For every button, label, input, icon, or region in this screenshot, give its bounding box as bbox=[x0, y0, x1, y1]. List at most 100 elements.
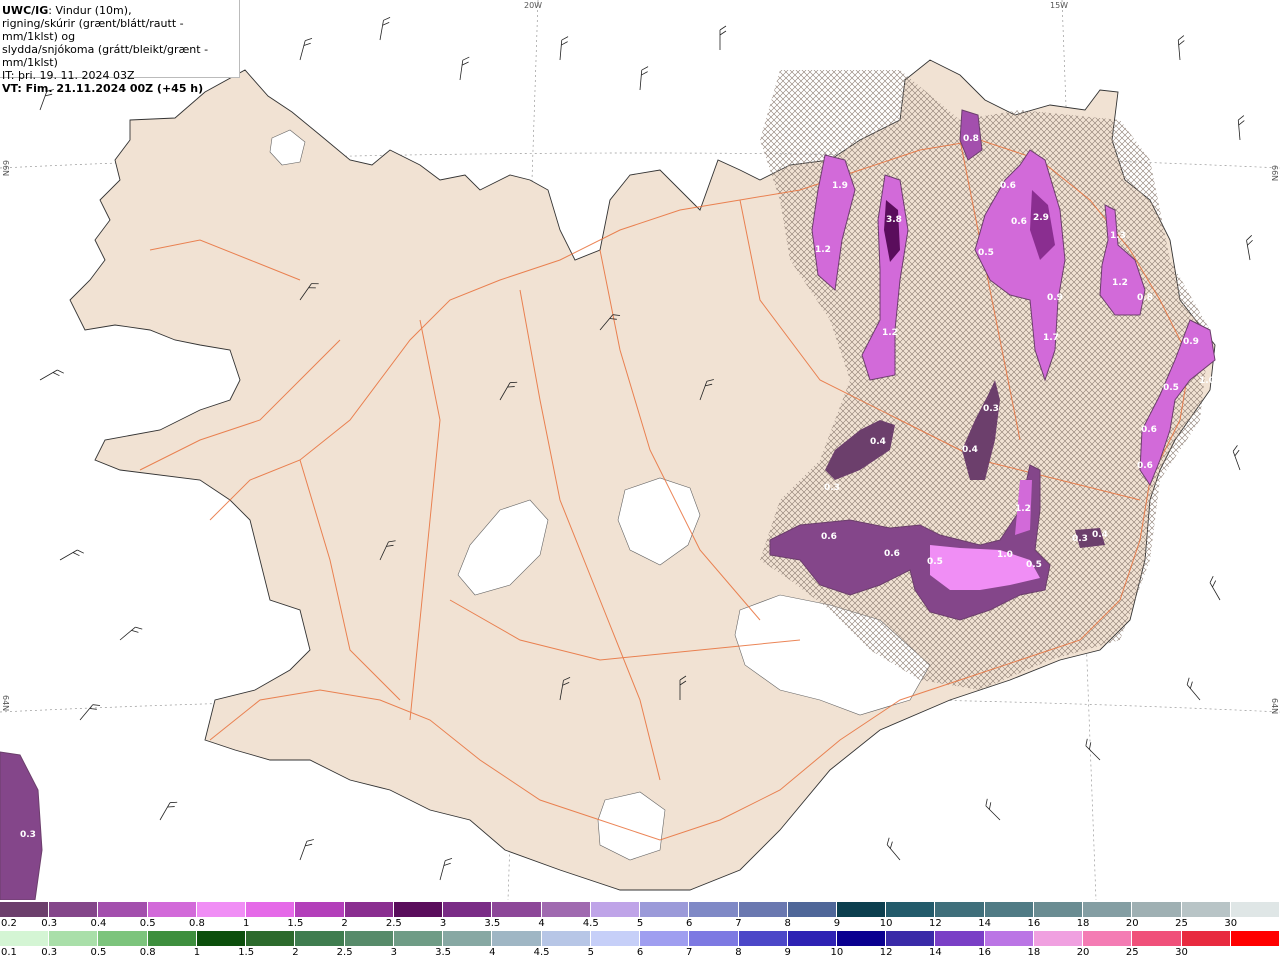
legend-swatch bbox=[295, 931, 345, 946]
legend-tick-label: 30 bbox=[1224, 918, 1238, 929]
legend-tick-label: 2.5 bbox=[385, 918, 402, 929]
legend-tick-label: 20 bbox=[1125, 918, 1139, 929]
legend-tick-label: 25 bbox=[1175, 918, 1188, 929]
valid-time: VT: Fim. 21.11.2024 00Z (+45 h) bbox=[2, 82, 204, 95]
legend-tick-label: 2 bbox=[341, 918, 348, 929]
legend-swatch bbox=[295, 902, 345, 917]
legend-tick-label: 9 bbox=[784, 947, 791, 958]
legend-tick-label: 4 bbox=[489, 947, 496, 958]
legend-tick-label: 10 bbox=[830, 947, 844, 958]
legend-swatch bbox=[836, 902, 887, 917]
legend-swatch bbox=[640, 902, 690, 917]
legend-tick-label: 9 bbox=[833, 918, 841, 929]
model-name: UWC/IG bbox=[2, 4, 49, 17]
map-title-box: UWC/IG: Vindur (10m), rigning/skúrir (gr… bbox=[0, 0, 240, 95]
title-line-2: rigning/skúrir (grænt/blátt/rautt - mm/1… bbox=[2, 17, 184, 43]
precip-label: 0.6 bbox=[884, 549, 900, 559]
precip-label: 1.2 bbox=[1112, 278, 1128, 288]
legend-tick-label: 4.5 bbox=[582, 918, 599, 929]
legend-tick-label: 4 bbox=[538, 918, 545, 929]
precip-label: 0.4 bbox=[1092, 530, 1108, 540]
legend-tick-label: 0.4 bbox=[90, 918, 107, 929]
precip-label: 0.3 bbox=[20, 830, 36, 840]
legend-swatch bbox=[689, 931, 739, 946]
legend-tick-label: 1.5 bbox=[287, 918, 304, 929]
legend-tick-label: 14 bbox=[929, 947, 942, 958]
precip-label: 0.3 bbox=[983, 404, 999, 414]
legend-swatch bbox=[787, 902, 837, 917]
legend-swatch bbox=[541, 902, 591, 917]
legend-tick-label: 0.2 bbox=[1, 918, 17, 929]
precip-label: 0.6 bbox=[1000, 181, 1016, 191]
legend-tick-label: 0.8 bbox=[139, 947, 156, 958]
legend-swatch bbox=[196, 931, 247, 946]
legend-swatch bbox=[344, 902, 394, 917]
legend-tick-label: 8 bbox=[784, 918, 791, 929]
legend-swatch bbox=[689, 902, 739, 917]
legend-swatch bbox=[1083, 902, 1133, 917]
legend-swatch bbox=[738, 902, 788, 917]
legend-tick-label: 20 bbox=[1076, 947, 1090, 958]
legend-swatch bbox=[886, 931, 936, 946]
legend-tick-label: 1 bbox=[242, 918, 250, 929]
legend-swatch bbox=[443, 931, 493, 946]
rain-legend-swatches bbox=[0, 931, 1280, 946]
precip-label: 0.5 bbox=[978, 248, 994, 258]
legend-swatch bbox=[443, 902, 493, 917]
snow-legend-swatches bbox=[0, 902, 1280, 917]
precip-label: 1.2 bbox=[882, 328, 898, 338]
legend-tick-label: 0.5 bbox=[139, 918, 156, 929]
legend-swatch bbox=[147, 931, 197, 946]
legend-swatch bbox=[640, 931, 690, 946]
legend-tick-label: 12 bbox=[929, 918, 942, 929]
legend-tick-label: 0.8 bbox=[188, 918, 205, 929]
legend-swatch bbox=[935, 931, 985, 946]
precip-label: 3.8 bbox=[886, 215, 902, 225]
legend-swatch bbox=[246, 902, 296, 917]
precip-label: 0.9 bbox=[1183, 337, 1199, 347]
legend-swatch bbox=[49, 931, 99, 946]
legend-swatch bbox=[984, 931, 1034, 946]
legend-swatch bbox=[1230, 902, 1280, 917]
precip-label: 0.4 bbox=[962, 445, 978, 455]
legend-swatch bbox=[590, 902, 641, 917]
legend-tick-label: 1.5 bbox=[238, 947, 255, 958]
precip-label: 1.2 bbox=[1015, 504, 1031, 514]
legend-tick-label: 18 bbox=[1076, 918, 1090, 929]
legend-tick-label: 0.3 bbox=[41, 918, 58, 929]
precip-label: 0.5 bbox=[927, 557, 943, 567]
legend-tick-label: 6 bbox=[686, 918, 693, 929]
legend-tick-label: 18 bbox=[1027, 947, 1041, 958]
legend-tick-label: 6 bbox=[636, 947, 644, 958]
precip-label: 0.9 bbox=[1047, 293, 1063, 303]
precip-label: 0.8 bbox=[963, 134, 979, 144]
legend-tick-label: 14 bbox=[978, 918, 991, 929]
legend-swatch bbox=[0, 902, 50, 917]
precip-label: 0.6 bbox=[821, 532, 837, 542]
legend-tick-label: 0.3 bbox=[41, 947, 58, 958]
lat-label-64n-left: 64N bbox=[1, 695, 10, 712]
title-line-1: UWC/IG: Vindur (10m), bbox=[2, 4, 235, 17]
legend-swatch bbox=[590, 931, 641, 946]
precip-label: 0.4 bbox=[870, 437, 886, 447]
legend-tick-label: 3.5 bbox=[484, 918, 501, 929]
precip-label: 2.9 bbox=[1033, 213, 1049, 223]
legend-swatch bbox=[1132, 902, 1182, 917]
precip-label: 0.3 bbox=[1072, 534, 1088, 544]
legend-tick-label: 5 bbox=[587, 947, 594, 958]
precip-label: 0.6 bbox=[1141, 425, 1157, 435]
legend-tick-label: 7 bbox=[735, 918, 742, 929]
precip-label: 0.3 bbox=[824, 483, 840, 493]
legend-swatch bbox=[1230, 931, 1280, 946]
snow-legend-ticks: 0.2 0.3 0.4 0.5 0.8 1 1.5 2 2.5 3 3.5 4 4.5 5 6 7 8 9 10 12… bbox=[0, 918, 1280, 931]
lat-label-66n-left: 66N bbox=[1, 160, 10, 177]
precip-label: 1.3 bbox=[1110, 231, 1126, 241]
legend-swatch bbox=[492, 902, 542, 917]
weather-map[interactable]: 1.9 3.8 1.2 1.2 0.8 0.6 2.9 0.6 0.5 0.9 … bbox=[0, 0, 1280, 900]
legend-swatch bbox=[935, 902, 985, 917]
precip-label: 1.0 bbox=[1199, 376, 1215, 386]
legend-swatch bbox=[738, 931, 788, 946]
precip-label: 0.8 bbox=[1137, 293, 1153, 303]
precip-label: 0.5 bbox=[1163, 383, 1179, 393]
legend-swatch bbox=[886, 902, 936, 917]
